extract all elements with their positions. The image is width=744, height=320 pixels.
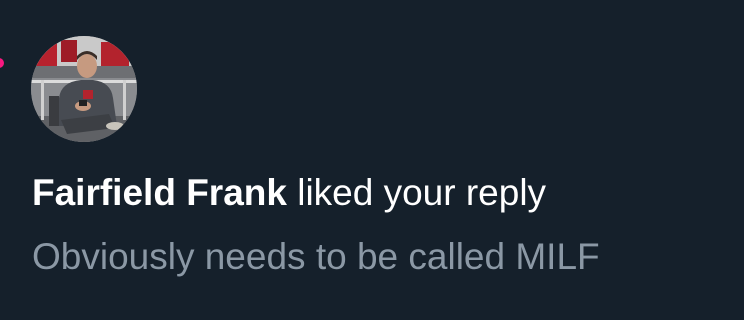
action-text: liked your reply — [286, 172, 547, 213]
notification-headline: Fairfield Frank liked your reply — [32, 170, 546, 216]
actor-name[interactable]: Fairfield Frank — [32, 172, 287, 213]
reply-preview[interactable]: Obviously needs to be called MILF — [32, 234, 600, 280]
avatar-photo — [31, 36, 137, 142]
like-notification[interactable]: Fairfield Frank liked your reply Obvious… — [0, 0, 744, 320]
heart-icon — [0, 58, 4, 68]
avatar[interactable] — [31, 36, 137, 142]
